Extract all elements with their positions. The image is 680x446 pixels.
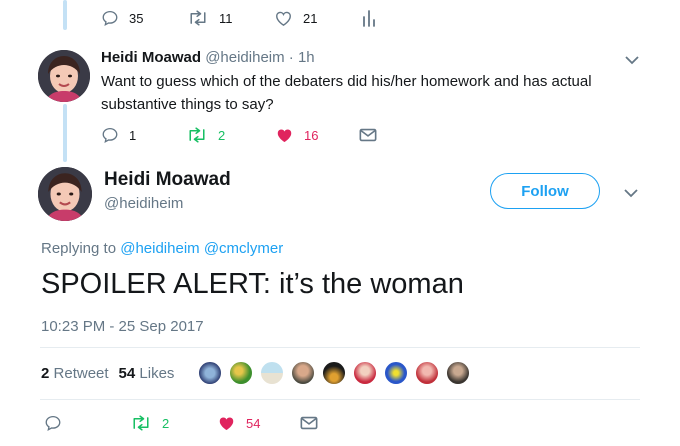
main-tweet-actions: 2 54 [44,414,318,432]
retweet-icon [189,127,205,143]
liker-avatar[interactable] [259,360,285,386]
analytics-action[interactable] [362,9,376,27]
retweet-stat-label: Retweet [53,365,109,382]
reply-action[interactable] [44,414,130,432]
retweet-icon [190,10,206,26]
like-action[interactable]: 21 [274,9,362,27]
heart-icon [276,11,291,26]
like-action[interactable]: 16 [275,126,359,144]
author-handle[interactable]: @heidiheim [205,49,284,66]
reply-icon [45,415,61,432]
liker-avatar[interactable] [414,360,440,386]
reply-icon [102,10,118,27]
envelope-icon [300,416,318,430]
likes-stat[interactable]: 54 Likes [119,365,175,382]
likes-stat-count: 54 [118,365,136,382]
divider [40,347,640,348]
heart-icon [219,417,234,431]
chevron-down-icon[interactable] [623,187,639,199]
liker-avatar[interactable] [197,360,223,386]
retweet-count: 11 [219,10,233,26]
retweet-count: 2 [162,415,170,431]
retweet-action[interactable]: 11 [187,9,274,27]
reply-action[interactable]: 1 [101,126,186,144]
divider [40,399,640,400]
retweet-action[interactable]: 2 [186,126,275,144]
author-name[interactable]: Heidi Moawad [101,49,201,66]
liker-avatar[interactable] [321,360,347,386]
liker-avatar[interactable] [290,360,316,386]
reply-icon [102,127,118,144]
reply-tweet-text: Want to guess which of the debaters did … [101,73,592,113]
like-count: 54 [246,415,261,431]
thread-line-top [63,0,67,30]
direct-message-action[interactable] [359,127,377,143]
reply-tweet-header: Heidi Moawad @heidiheim · 1h [101,49,315,66]
liker-avatar[interactable] [352,360,378,386]
avatar[interactable] [38,167,92,221]
like-count: 16 [304,127,319,143]
like-action[interactable]: 54 [217,414,300,432]
replying-to-label: Replying to [41,240,117,257]
avatar[interactable] [38,50,90,102]
top-tweet-actions: 35 11 21 [101,9,376,27]
reply-count: 1 [129,127,137,143]
retweet-action[interactable]: 2 [130,414,217,432]
like-count: 21 [303,10,318,26]
replying-to: Replying to @heidiheim @cmclymer [41,240,283,257]
reply-action[interactable]: 35 [101,9,187,27]
thread-line-middle [63,104,67,162]
author-name[interactable]: Heidi Moawad [104,169,231,191]
avatar-portrait-icon [38,167,92,221]
envelope-icon [359,128,377,142]
avatar-portrait-icon [38,50,90,102]
replying-to-handles[interactable]: @heidiheim @cmclymer [120,240,283,257]
heart-icon [277,129,292,143]
retweet-icon [133,415,149,431]
analytics-icon [363,10,375,27]
tweet-timestamp[interactable]: 10:23 PM - 25 Sep 2017 [41,318,204,335]
chevron-down-icon[interactable] [624,54,640,66]
reply-tweet-actions: 1 2 16 [101,126,377,144]
liker-avatar[interactable] [445,360,471,386]
reply-count: 35 [129,10,144,26]
follow-button[interactable]: Follow [490,173,600,209]
direct-message-action[interactable] [300,415,318,431]
retweet-stat-count: 2 [41,365,50,382]
main-tweet-text: SPOILER ALERT: it’s the woman [41,268,464,300]
likes-stat-label: Likes [139,365,175,382]
retweet-count: 2 [218,127,226,143]
engagement-stats: 2 Retweet 54 Likes [41,365,174,382]
liker-avatar[interactable] [228,360,254,386]
tweet-time[interactable]: · 1h [289,49,315,66]
retweet-stat[interactable]: 2 Retweet [41,365,109,382]
likers-avatars [197,360,477,390]
liker-avatar[interactable] [383,360,409,386]
author-handle[interactable]: @heidiheim [104,195,183,212]
